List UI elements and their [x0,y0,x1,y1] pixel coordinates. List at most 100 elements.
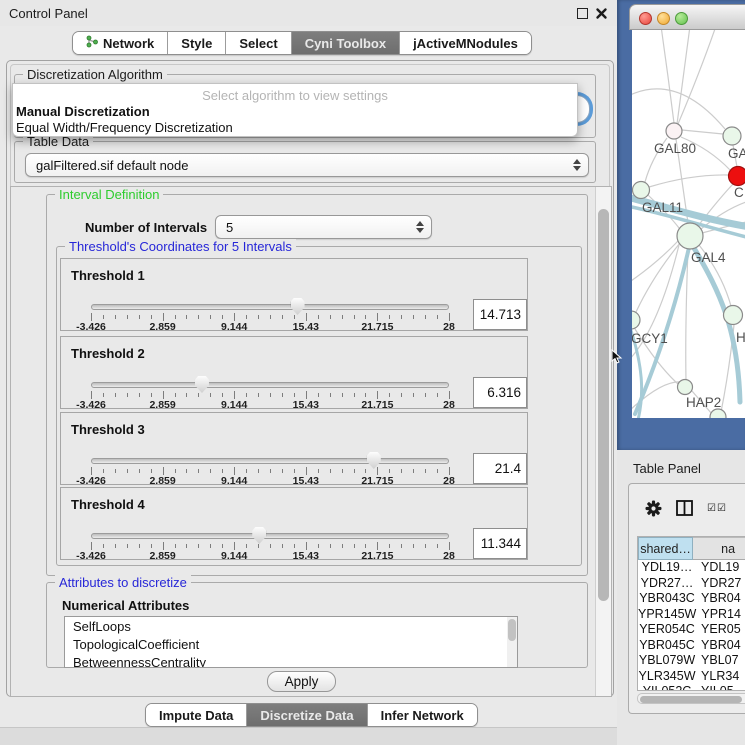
threshold-slider[interactable]: -3.4262.8599.14415.4321.71528 [91,377,449,410]
network-node[interactable] [677,223,703,249]
column-header-name[interactable]: na [693,537,745,560]
threshold-value-field[interactable]: 21.4 [473,453,527,484]
tick-mark [234,467,235,475]
close-traffic-light-icon[interactable] [639,12,652,25]
popup-item-manual-discretization[interactable]: Manual Discretization [16,104,150,119]
scrollbar-thumb[interactable] [640,696,742,703]
tick-label: 15.43 [293,475,319,487]
network-window-titlebar[interactable] [629,4,745,30]
zoom-traffic-light-icon[interactable] [675,12,688,25]
table-data-combobox[interactable]: galFiltered.sif default node [25,153,589,177]
node-table[interactable]: shared… na YDL19…YDL19YDR27…YDR27YBR043C… [637,536,745,691]
table-row[interactable]: YBR043CYBR04 [638,591,745,607]
tick-mark [175,393,176,397]
threshold-value-field[interactable]: 11.344 [473,528,527,559]
table-row[interactable]: YBL079WYBL07 [638,653,745,669]
column-header-shared-name[interactable]: shared… [638,537,693,560]
slider-track[interactable] [91,304,449,310]
tab-discretize-data[interactable]: Discretize Data [246,704,366,726]
tick-mark [282,315,283,319]
network-edge [682,130,723,134]
tick-mark [377,313,378,321]
network-node[interactable] [729,167,745,186]
scrollbar-thumb[interactable] [598,209,609,601]
number-of-intervals-combobox[interactable]: 5 [215,215,432,239]
threshold-value-field[interactable]: 14.713 [473,299,527,330]
tick-mark [449,542,450,550]
float-icon[interactable] [577,8,588,19]
table-row[interactable]: YDL19…YDL19 [638,560,745,576]
table-row[interactable]: YER054CYER05 [638,622,745,638]
tick-mark [270,544,271,548]
threshold-value-field[interactable]: 6.316 [473,377,527,408]
tick-mark [91,467,92,475]
table-row[interactable]: YBR045CYBR04 [638,638,745,654]
tick-mark [139,315,140,319]
network-node-label: HAP2 [686,395,721,410]
network-node-label: C [734,185,744,200]
attribute-list-item[interactable]: TopologicalCoefficient [65,635,517,653]
network-node[interactable] [632,311,640,329]
network-node-label: GAL4 [691,250,726,265]
table-row[interactable]: YIL052CYIL05 [638,684,745,691]
tick-mark [354,544,355,548]
bottom-strip [0,727,617,745]
tick-mark [139,469,140,473]
numerical-attributes-list[interactable]: SelfLoopsTopologicalCoefficientBetweenne… [64,616,518,668]
table-row[interactable]: YPR145WYPR14 [638,607,745,623]
tab-style[interactable]: Style [167,32,225,54]
tab-network[interactable]: Network [73,32,167,54]
table-row[interactable]: YLR345WYLR34 [638,669,745,685]
checkboxes-icon[interactable]: ☑☑ [707,503,727,514]
close-icon[interactable] [595,7,608,20]
tab-cyni-toolbox[interactable]: Cyni Toolbox [291,32,399,54]
attributes-list-scrollbar[interactable] [507,617,517,667]
attribute-list-item[interactable]: SelfLoops [65,617,517,635]
gear-icon[interactable] [645,500,662,522]
tick-label: -3.426 [76,550,106,562]
slider-track[interactable] [91,382,449,388]
network-node[interactable] [666,123,682,139]
attribute-list-item[interactable]: BetweennessCentrality [65,653,517,668]
minimize-traffic-light-icon[interactable] [657,12,670,25]
tick-mark [127,315,128,319]
tick-mark [198,393,199,397]
table-horizontal-scrollbar[interactable] [637,693,745,704]
algorithm-dropdown-popup: Select algorithm to view settings Manual… [12,83,578,137]
tick-mark [401,393,402,397]
tab-impute-data[interactable]: Impute Data [146,704,246,726]
tick-mark [103,393,104,397]
table-row[interactable]: YDR27…YDR27 [638,576,745,592]
threshold-slider[interactable]: -3.4262.8599.14415.4321.71528 [91,453,449,486]
network-node[interactable] [678,380,693,395]
network-node[interactable] [633,182,650,199]
tab-infer-network[interactable]: Infer Network [367,704,477,726]
network-node[interactable] [723,127,741,145]
tick-label: 2.859 [149,321,175,333]
threshold-panel: Threshold 4 -3.4262.8599.14415.4321.7152… [60,487,528,560]
slider-track[interactable] [91,533,449,539]
tick-mark [449,313,450,321]
network-view-canvas[interactable]: GAL80GACGAL11GAL4GCY1HHAP2 [632,30,745,418]
threshold-slider[interactable]: -3.4262.8599.14415.4321.71528 [91,299,449,332]
tick-mark [246,544,247,548]
tick-mark [377,467,378,475]
tick-mark [318,544,319,548]
popup-item-equal-width-frequency[interactable]: Equal Width/Frequency Discretization [16,120,233,135]
tick-mark [401,469,402,473]
vertical-scrollbar[interactable] [595,187,611,696]
tick-mark [139,544,140,548]
slider-track[interactable] [91,458,449,464]
network-node[interactable] [724,306,743,325]
threshold-slider[interactable]: -3.4262.8599.14415.4321.71528 [91,528,449,561]
numerical-attributes-label: Numerical Attributes [62,598,189,613]
tab-select[interactable]: Select [225,32,290,54]
scrollbar-thumb[interactable] [508,619,516,641]
apply-button[interactable]: Apply [267,671,336,692]
tick-mark [198,544,199,548]
table-toolbar: ☑☑ [629,484,745,534]
network-node[interactable] [710,409,726,418]
tab-jactivemnodules[interactable]: jActiveMNodules [399,32,531,54]
tick-mark [389,315,390,319]
split-columns-icon[interactable] [676,500,693,521]
